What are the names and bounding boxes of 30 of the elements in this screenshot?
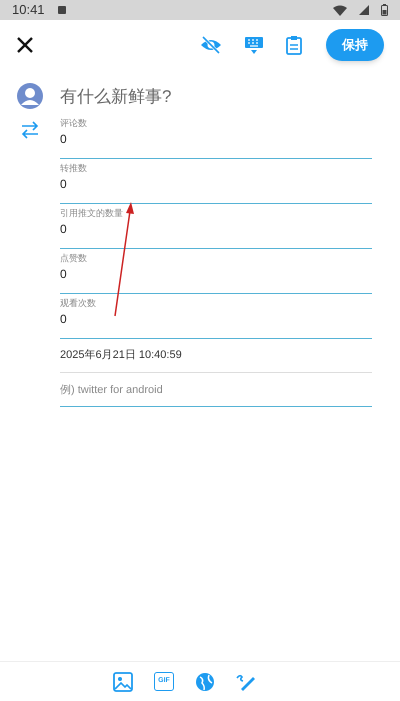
close-icon[interactable] — [16, 36, 34, 54]
field-label: 观看次数 — [60, 297, 97, 310]
battery-icon — [381, 4, 388, 16]
field-value: 0 — [60, 176, 68, 193]
field-label: 引用推文的数量 — [60, 207, 124, 220]
count-field[interactable]: 转推数 0 — [60, 159, 372, 204]
source-field[interactable]: 例) twitter for android — [60, 373, 372, 407]
field-value: 0 — [60, 131, 68, 148]
field-label: 评论数 — [60, 117, 88, 130]
swap-icon[interactable] — [20, 121, 40, 139]
field-value: 0 — [60, 266, 68, 283]
count-field[interactable]: 观看次数 0 — [60, 294, 372, 339]
count-field[interactable]: 评论数 0 — [60, 114, 372, 159]
eye-off-icon[interactable] — [200, 36, 222, 54]
image-icon[interactable] — [113, 672, 133, 692]
field-value: 0 — [60, 311, 68, 328]
count-field[interactable]: 点赞数 0 — [60, 249, 372, 294]
field-label: 点赞数 — [60, 252, 88, 265]
signal-icon — [359, 5, 369, 15]
date-field[interactable]: 2025年6月21日 10:40:59 — [60, 339, 372, 373]
clipboard-icon[interactable] — [286, 35, 302, 55]
compose-field[interactable]: 有什么新鲜事? — [60, 70, 372, 114]
keyboard-icon[interactable] — [244, 35, 264, 55]
notification-icon — [56, 5, 67, 15]
field-value: 0 — [60, 221, 68, 238]
avatar-icon — [17, 83, 43, 109]
status-time: 10:41 — [12, 1, 45, 20]
field-label: 转推数 — [60, 162, 88, 175]
wifi-icon — [333, 4, 347, 16]
globe-icon[interactable] — [195, 672, 215, 692]
